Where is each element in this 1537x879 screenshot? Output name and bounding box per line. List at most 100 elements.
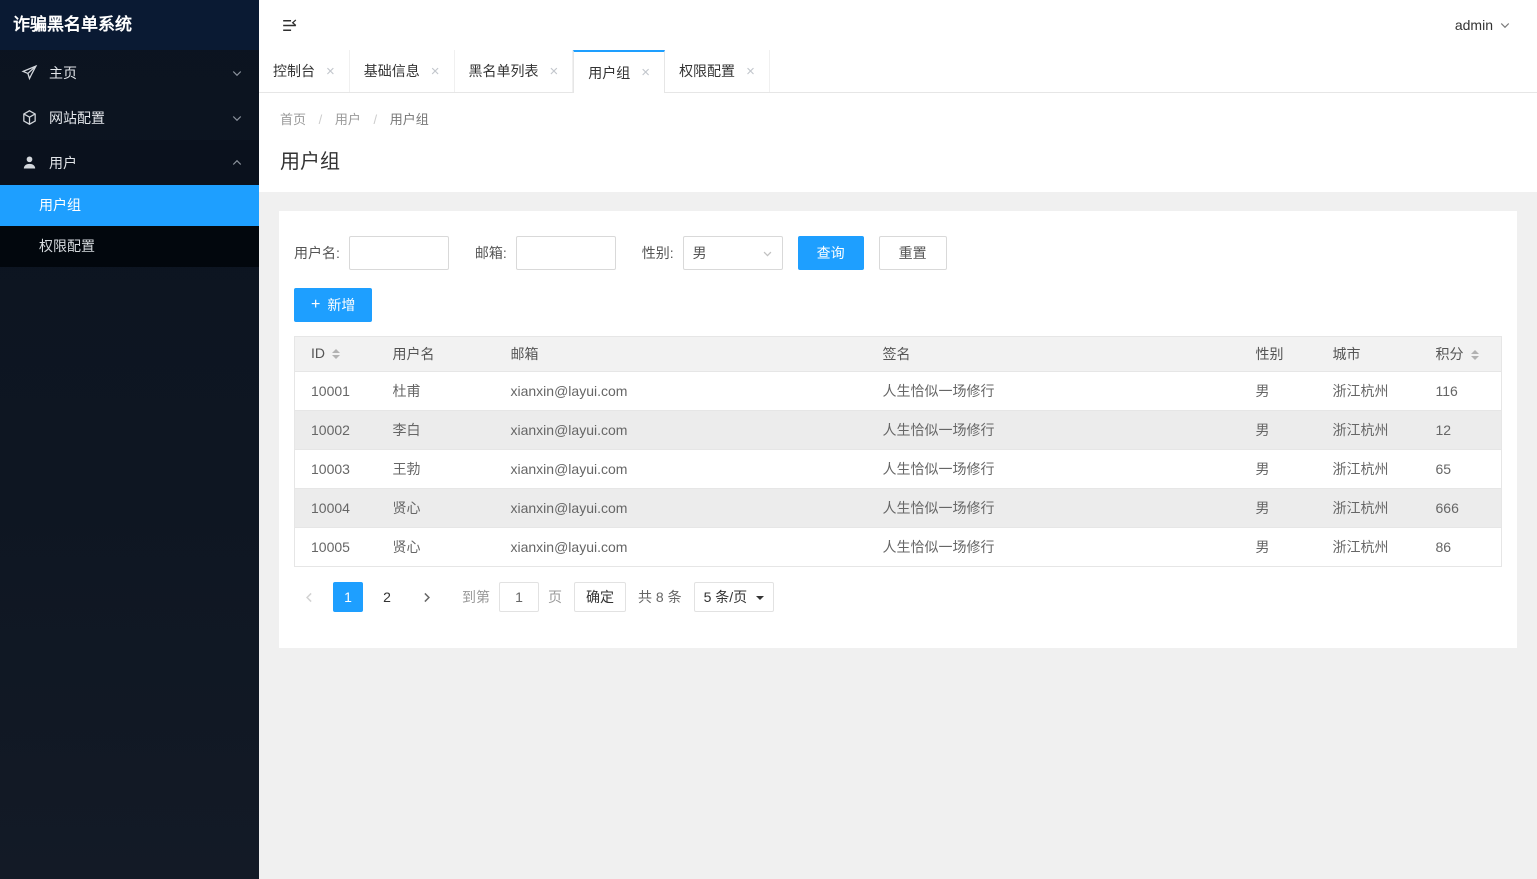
tab-close-icon[interactable]: ×: [326, 64, 335, 79]
user-group-card: 用户名: 邮箱: 性别: 男 查询 重置 + 新增 ID 用户名 邮箱 签名 性…: [279, 211, 1517, 648]
chevron-down-icon: [231, 67, 243, 79]
cell-id: 10004: [294, 488, 377, 528]
breadcrumb-users[interactable]: 用户: [335, 112, 361, 127]
cell-gender: 男: [1239, 371, 1317, 411]
user-dropdown[interactable]: admin: [1455, 17, 1511, 33]
cell-signature: 人生恰似一场修行: [866, 527, 1240, 567]
page-button-1[interactable]: 1: [333, 582, 363, 612]
cell-signature: 人生恰似一场修行: [866, 449, 1240, 489]
sidebar-submenu-users: 用户组 权限配置: [0, 185, 259, 267]
cell-username: 贤心: [376, 527, 495, 567]
tab-console[interactable]: 控制台 ×: [259, 50, 350, 92]
cell-points: 12: [1419, 410, 1502, 450]
column-header-id: ID: [294, 336, 377, 372]
cell-city: 浙江杭州: [1316, 371, 1420, 411]
goto-page-input[interactable]: [499, 582, 539, 612]
confirm-page-button[interactable]: 确定: [574, 582, 626, 612]
caret-down-icon: [756, 595, 765, 604]
breadcrumb-separator: /: [318, 112, 323, 127]
tab-label: 控制台: [273, 63, 315, 79]
send-icon: [21, 64, 38, 81]
cell-email: xianxin@layui.com: [494, 371, 867, 411]
filter-form: 用户名: 邮箱: 性别: 男 查询 重置: [294, 226, 1502, 270]
tab-close-icon[interactable]: ×: [431, 64, 440, 79]
tab-close-icon[interactable]: ×: [641, 65, 650, 80]
cell-gender: 男: [1239, 488, 1317, 528]
cell-id: 10002: [294, 410, 377, 450]
page-title: 用户组: [280, 151, 340, 173]
cell-points: 86: [1419, 527, 1502, 567]
column-label: ID: [311, 344, 325, 361]
email-filter-input[interactable]: [515, 236, 616, 270]
username-label: admin: [1454, 17, 1493, 33]
sidebar-item-label: 主页: [49, 64, 77, 81]
breadcrumb-current: 用户组: [389, 112, 429, 127]
user-table-body: 10001 杜甫 xianxin@layui.com 人生恰似一场修行男浙江杭州 116…: [294, 371, 1502, 567]
tab-user-group[interactable]: 用户组 ×: [573, 50, 666, 93]
gender-select[interactable]: 男: [682, 236, 783, 270]
collapse-sidebar-icon[interactable]: [280, 16, 299, 35]
gender-select-value: 男: [692, 245, 707, 261]
sidebar-item-users[interactable]: 用户: [0, 140, 259, 185]
cell-username: 李白: [376, 410, 495, 450]
table-toolbar: + 新增: [294, 288, 1502, 322]
tab-label: 用户组: [588, 64, 631, 81]
pagination: 1 2 到第 页 确定 共 8 条 5 条/页: [294, 582, 1502, 612]
tab-close-icon[interactable]: ×: [746, 64, 755, 79]
cell-username: 贤心: [376, 488, 495, 528]
app-window: 诈骗黑名单系统 主页 网站配置 用户 用户组 权限配置 admin 控制台 × …: [0, 0, 1537, 879]
reset-button[interactable]: 重置: [878, 236, 947, 270]
tab-label: 基础信息: [363, 63, 420, 79]
add-button[interactable]: + 新增: [294, 288, 373, 322]
column-header-city: 城市: [1316, 336, 1420, 372]
cell-city: 浙江杭州: [1316, 527, 1420, 567]
cell-email: xianxin@layui.com: [494, 488, 867, 528]
breadcrumb-separator: /: [373, 112, 378, 127]
column-header-email: 邮箱: [494, 336, 867, 372]
chevron-down-icon: [762, 248, 773, 259]
filter-email-group: 邮箱:: [475, 236, 616, 270]
sidebar-subitem-user-group[interactable]: 用户组: [0, 185, 259, 226]
email-filter-label: 邮箱:: [474, 245, 507, 261]
breadcrumb: 首页 / 用户 / 用户组: [280, 109, 1516, 128]
sidebar-subitem-permission-config[interactable]: 权限配置: [0, 226, 259, 267]
breadcrumb-home[interactable]: 首页: [280, 112, 306, 127]
sidebar-item-label: 用户: [49, 154, 77, 171]
sidebar-item-home[interactable]: 主页: [0, 50, 259, 95]
plus-icon: +: [311, 296, 321, 313]
page-size-select[interactable]: 5 条/页: [693, 582, 775, 612]
prev-page-icon[interactable]: [294, 582, 324, 612]
app-title: 诈骗黑名单系统: [0, 0, 259, 50]
chevron-down-icon: [231, 112, 243, 124]
total-count-label: 共 8 条: [638, 589, 682, 605]
tab-permission-config[interactable]: 权限配置 ×: [665, 50, 770, 92]
sort-icon[interactable]: [332, 345, 340, 363]
sort-icon[interactable]: [1470, 346, 1479, 364]
page-head: 首页 / 用户 / 用户组 用户组: [259, 93, 1537, 192]
tab-blacklist[interactable]: 黑名单列表 ×: [455, 50, 574, 92]
cell-email: xianxin@layui.com: [494, 410, 867, 450]
column-header-username: 用户名: [376, 336, 495, 372]
username-filter-input[interactable]: [348, 236, 449, 270]
tab-basic-info[interactable]: 基础信息 ×: [350, 50, 455, 92]
page-button-2[interactable]: 2: [372, 582, 402, 612]
tab-close-icon[interactable]: ×: [550, 64, 559, 79]
cell-username: 杜甫: [376, 371, 495, 411]
sidebar: 诈骗黑名单系统 主页 网站配置 用户 用户组 权限配置: [0, 0, 259, 879]
column-header-points: 积分: [1419, 336, 1502, 372]
tab-bar: 控制台 × 基础信息 × 黑名单列表 × 用户组 × 权限配置 ×: [259, 50, 1537, 93]
search-button[interactable]: 查询: [797, 236, 864, 270]
table-row: 10004 贤心 xianxin@layui.com 人生恰似一场修行男浙江杭州 666: [294, 488, 1502, 528]
main-area: admin 控制台 × 基础信息 × 黑名单列表 × 用户组 × 权限配置 × …: [259, 0, 1537, 879]
cell-email: xianxin@layui.com: [494, 527, 867, 567]
table-row: 10003 王勃 xianxin@layui.com 人生恰似一场修行男浙江杭州 65: [294, 449, 1502, 489]
cell-points: 116: [1419, 371, 1502, 411]
cell-signature: 人生恰似一场修行: [866, 371, 1240, 411]
cell-signature: 人生恰似一场修行: [866, 410, 1240, 450]
sidebar-item-site-config[interactable]: 网站配置: [0, 95, 259, 140]
next-page-icon[interactable]: [411, 582, 441, 612]
table-row: 10005 贤心 xianxin@layui.com 人生恰似一场修行男浙江杭州 86: [294, 527, 1502, 567]
cell-username: 王勃: [376, 449, 495, 489]
chevron-up-icon: [231, 157, 243, 169]
table-row: 10001 杜甫 xianxin@layui.com 人生恰似一场修行男浙江杭州 116: [294, 371, 1502, 411]
